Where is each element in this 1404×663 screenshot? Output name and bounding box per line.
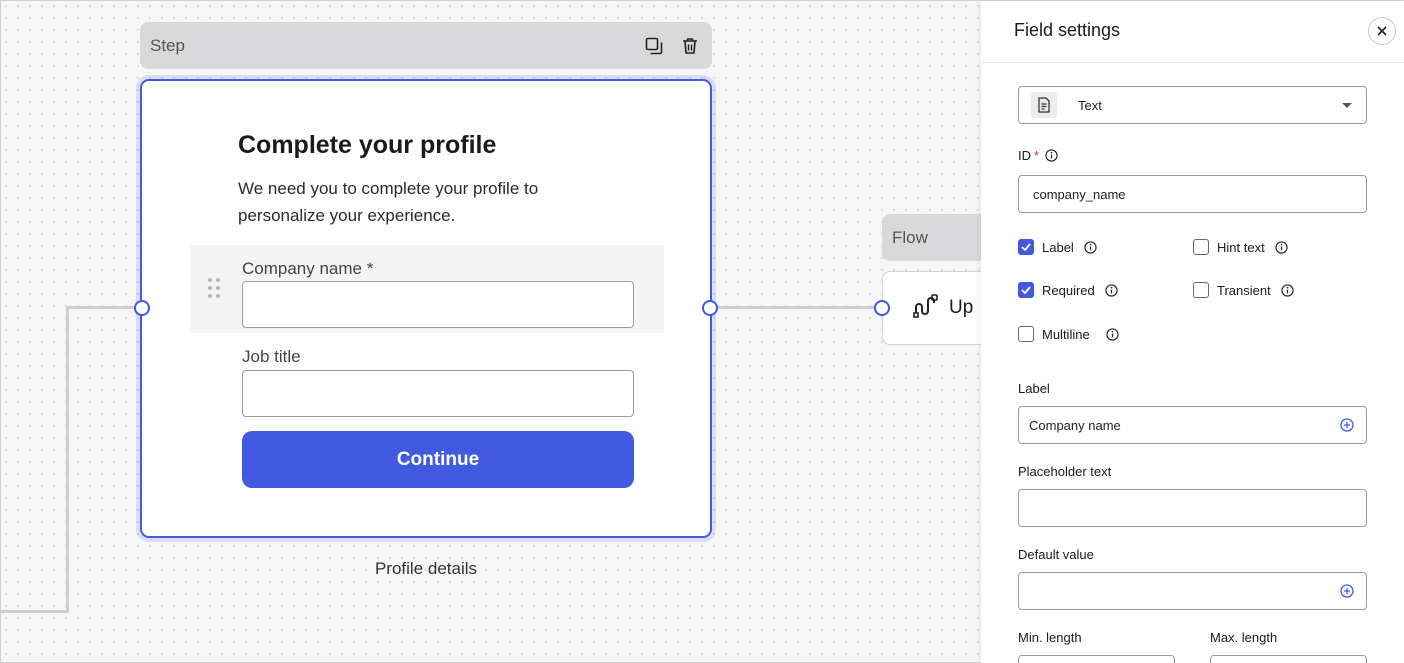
connection-handle[interactable] — [874, 300, 890, 316]
field-settings-panel: Field settings Text ID * company_name La… — [981, 1, 1404, 663]
panel-title: Field settings — [1014, 20, 1121, 40]
flow-header-label: Flow — [892, 227, 928, 247]
step-caption: Profile details — [374, 559, 478, 578]
min-length-input[interactable] — [1018, 655, 1175, 663]
label-input-value: Company name — [1029, 417, 1121, 433]
id-label: ID * — [1018, 148, 1058, 163]
duplicate-icon[interactable] — [642, 34, 666, 58]
connector-line — [1, 610, 69, 613]
company-name-label: Company name * — [242, 259, 374, 278]
info-icon[interactable] — [1105, 283, 1118, 297]
multiline-checkbox[interactable] — [1018, 326, 1034, 342]
hint-text-checkbox[interactable] — [1193, 239, 1209, 255]
hint-text-checkbox-row[interactable]: Hint text — [1193, 239, 1288, 255]
multiline-checkbox-row[interactable]: Multiline — [1018, 326, 1119, 342]
transient-checkbox-row[interactable]: Transient — [1193, 282, 1294, 298]
placeholder-field-label: Placeholder text — [1018, 464, 1112, 479]
connection-handle[interactable] — [702, 300, 718, 316]
connector-line — [710, 306, 882, 309]
max-length-label: Max. length — [1210, 630, 1278, 645]
panel-header: Field settings — [981, 1, 1404, 63]
label-checkbox[interactable] — [1018, 239, 1034, 255]
field-type-select[interactable]: Text — [1018, 86, 1367, 124]
continue-button[interactable]: Continue — [242, 431, 634, 488]
info-icon[interactable] — [1045, 149, 1058, 162]
add-variable-icon[interactable] — [1340, 418, 1354, 432]
hint-text-checkbox-text: Hint text — [1217, 239, 1265, 255]
min-length-label: Min. length — [1018, 630, 1082, 645]
label-checkbox-row[interactable]: Label — [1018, 239, 1097, 255]
delete-icon[interactable] — [678, 34, 702, 58]
transient-checkbox[interactable] — [1193, 282, 1209, 298]
info-icon[interactable] — [1275, 240, 1288, 254]
field-type-value: Text — [1078, 97, 1102, 113]
label-field-label: Label — [1018, 381, 1050, 396]
step-header-label: Step — [150, 35, 185, 55]
form-title: Complete your profile — [238, 131, 497, 159]
info-icon[interactable] — [1106, 327, 1119, 341]
connector-line — [66, 306, 69, 613]
company-name-input[interactable] — [242, 281, 634, 328]
max-length-input[interactable] — [1210, 655, 1367, 663]
document-icon — [1031, 92, 1057, 118]
required-checkbox-row[interactable]: Required — [1018, 282, 1118, 298]
add-variable-icon[interactable] — [1340, 584, 1354, 598]
close-icon — [1377, 26, 1387, 36]
info-icon[interactable] — [1084, 240, 1097, 254]
step-node-header[interactable]: Step — [140, 22, 712, 69]
connection-handle[interactable] — [134, 300, 150, 316]
drag-handle-icon[interactable] — [206, 278, 222, 302]
chevron-down-icon — [1342, 102, 1352, 108]
required-checkbox-text: Required — [1042, 282, 1095, 298]
flow-icon — [913, 293, 939, 324]
job-title-input[interactable] — [242, 370, 634, 417]
transient-checkbox-text: Transient — [1217, 282, 1271, 298]
id-label-text: ID — [1018, 148, 1031, 163]
default-value-input[interactable] — [1018, 572, 1367, 610]
flow-title: Up — [949, 297, 974, 318]
required-checkbox[interactable] — [1018, 282, 1034, 298]
default-value-label: Default value — [1018, 547, 1094, 562]
step-node-card[interactable]: Complete your profile We need you to com… — [140, 79, 712, 538]
multiline-checkbox-text: Multiline — [1042, 326, 1090, 342]
placeholder-input[interactable] — [1018, 489, 1367, 527]
required-marker: * — [1034, 148, 1040, 163]
info-icon[interactable] — [1281, 283, 1294, 297]
close-button[interactable] — [1368, 17, 1396, 45]
id-input[interactable]: company_name — [1018, 175, 1367, 213]
label-checkbox-text: Label — [1042, 239, 1074, 255]
form-description: We need you to complete your profile to … — [238, 179, 539, 225]
label-input[interactable]: Company name — [1018, 406, 1367, 444]
job-title-label: Job title — [242, 347, 301, 366]
connector-line — [66, 306, 142, 309]
